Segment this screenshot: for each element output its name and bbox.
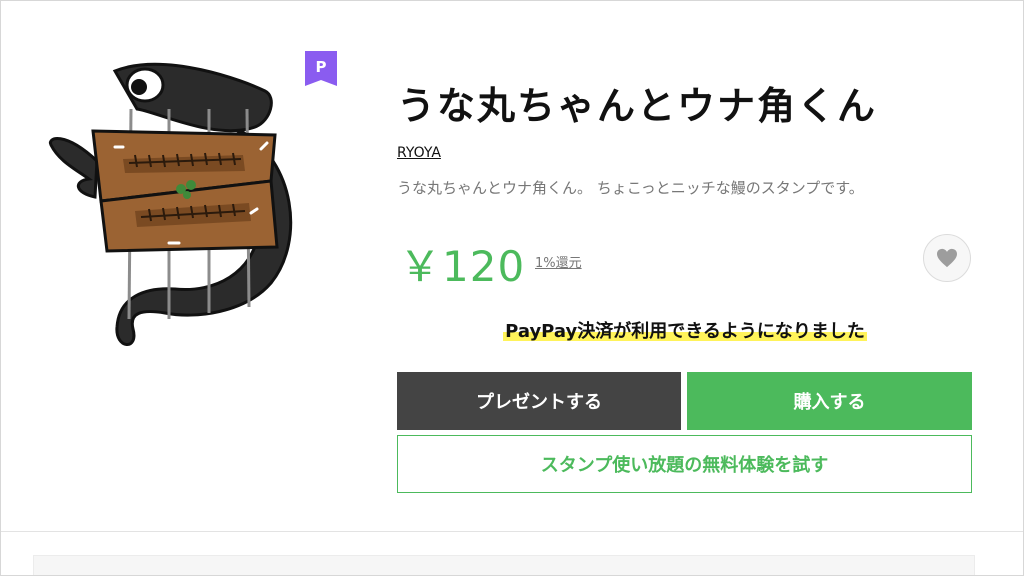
paypay-notice-text: PayPay決済が利用できるようになりました [503, 317, 867, 343]
favorite-button[interactable] [923, 234, 971, 282]
premium-badge: P [305, 51, 337, 86]
product-title: うな丸ちゃんとウナ角くん [397, 84, 878, 128]
buy-button-label: 購入する [793, 392, 866, 413]
product-info: うな丸ちゃんとウナ角くん RYOYA うな丸ちゃんとウナ角くん。 ちょこっとニッ… [397, 1, 973, 575]
point-back-link[interactable]: 1%還元 [535, 252, 582, 271]
paypay-notice: PayPay決済が利用できるようになりました [397, 317, 973, 343]
sticker-main-image [45, 51, 311, 357]
premium-badge-letter: P [316, 58, 327, 76]
author-link[interactable]: RYOYA [397, 145, 441, 161]
product-price: ￥120 [399, 242, 526, 291]
section-divider [1, 531, 1023, 532]
heart-icon [937, 248, 957, 268]
sticker-detail-page: P うな丸ちゃんとウナ角くん RYOYA うな丸ちゃんとウナ角くん。 ちょこっと… [0, 0, 1024, 576]
buy-button[interactable]: 購入する [687, 372, 972, 430]
gift-button-label: プレゼントする [476, 392, 602, 413]
eel-sticker-image [48, 62, 293, 346]
sticker-preview-panel [33, 555, 975, 575]
gift-button[interactable]: プレゼントする [397, 372, 681, 430]
product-description: うな丸ちゃんとウナ角くん。 ちょこっとニッチな鰻のスタンプです。 [397, 179, 864, 197]
premium-trial-label: スタンプ使い放題の無料体験を試す [540, 455, 829, 476]
premium-trial-button[interactable]: スタンプ使い放題の無料体験を試す [397, 435, 972, 493]
